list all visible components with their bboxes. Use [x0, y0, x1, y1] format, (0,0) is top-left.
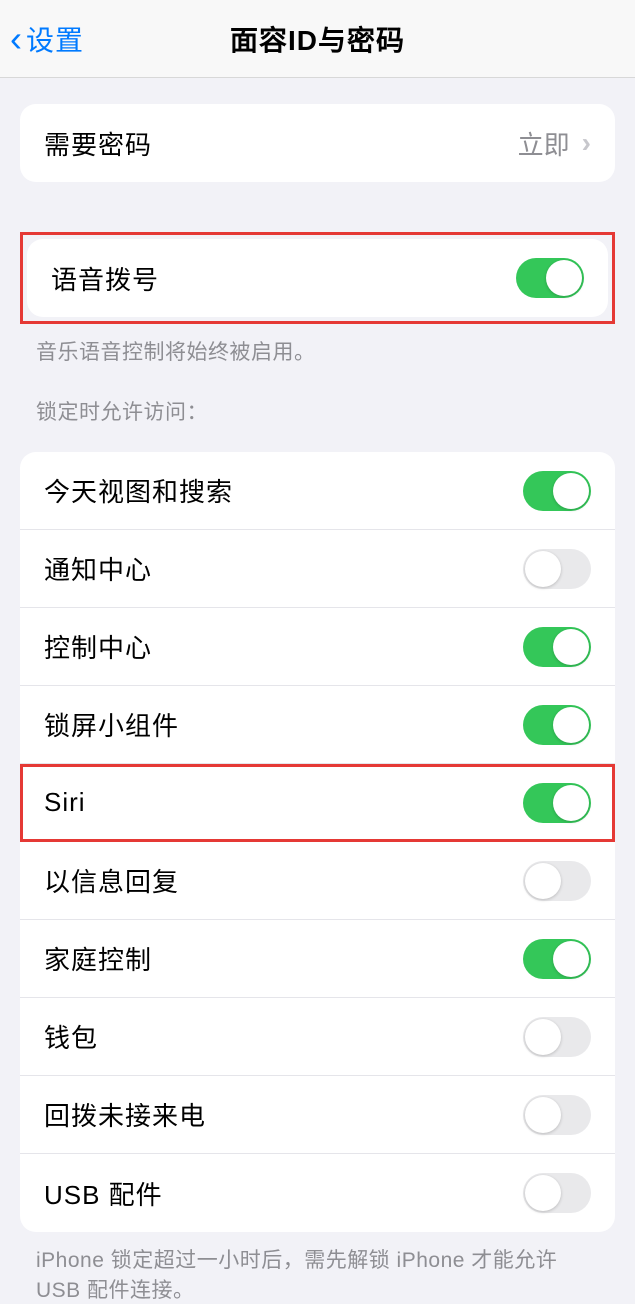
chevron-right-icon: ›	[582, 127, 591, 159]
toggle-knob	[525, 551, 561, 587]
require-passcode-row[interactable]: 需要密码 立即 ›	[20, 104, 615, 182]
back-label: 设置	[26, 19, 84, 59]
toggle-knob	[525, 1019, 561, 1055]
lock-access-label: 钱包	[44, 1018, 98, 1055]
lock-access-toggle[interactable]	[523, 627, 591, 667]
toggle-knob	[525, 863, 561, 899]
lock-access-header: 锁定时允许访问：	[36, 396, 599, 426]
back-button[interactable]: ‹ 设置	[10, 19, 84, 59]
lock-access-toggle[interactable]	[523, 1173, 591, 1213]
toggle-knob	[553, 785, 589, 821]
lock-access-toggle[interactable]	[523, 549, 591, 589]
lock-access-label: 控制中心	[44, 628, 152, 665]
lock-access-row: 今天视图和搜索	[20, 452, 615, 530]
lock-access-label: Siri	[44, 787, 86, 818]
lock-access-toggle[interactable]	[523, 1095, 591, 1135]
lock-access-section: 今天视图和搜索通知中心控制中心锁屏小组件 Siri 以信息回复家庭控制钱包回拨未接来…	[20, 452, 615, 1232]
lock-access-row: 锁屏小组件	[20, 686, 615, 764]
require-passcode-label: 需要密码	[44, 125, 152, 162]
lock-access-row: 以信息回复	[20, 842, 615, 920]
toggle-knob	[553, 629, 589, 665]
require-passcode-value: 立即	[518, 125, 570, 162]
toggle-knob	[553, 707, 589, 743]
lock-access-row: 控制中心	[20, 608, 615, 686]
lock-access-toggle[interactable]	[523, 861, 591, 901]
voice-dial-section: 语音拨号	[27, 239, 608, 317]
voice-dial-label: 语音拨号	[51, 260, 159, 297]
lock-access-row: 家庭控制	[20, 920, 615, 998]
highlight-voice-dial: 语音拨号	[20, 232, 615, 324]
lock-access-label: 通知中心	[44, 550, 152, 587]
lock-access-toggle[interactable]	[523, 1017, 591, 1057]
lock-access-toggle[interactable]	[523, 705, 591, 745]
lock-access-row: 通知中心	[20, 530, 615, 608]
lock-access-label: 锁屏小组件	[44, 706, 179, 743]
toggle-knob	[525, 1097, 561, 1133]
lock-access-row: 钱包	[20, 998, 615, 1076]
voice-dial-row: 语音拨号	[27, 239, 608, 317]
toggle-knob	[525, 1175, 561, 1211]
lock-access-toggle[interactable]	[523, 783, 591, 823]
voice-dial-note: 音乐语音控制将始终被启用。	[36, 336, 599, 366]
lock-access-footer: iPhone 锁定超过一小时后，需先解锁 iPhone 才能允许 USB 配件连…	[36, 1244, 599, 1304]
lock-access-row: USB 配件	[20, 1154, 615, 1232]
lock-access-toggle[interactable]	[523, 471, 591, 511]
voice-dial-toggle[interactable]	[516, 258, 584, 298]
lock-access-label: 家庭控制	[44, 940, 152, 977]
navigation-header: ‹ 设置 面容ID与密码	[0, 0, 635, 78]
passcode-section: 需要密码 立即 ›	[20, 104, 615, 182]
lock-access-label: 回拨未接来电	[44, 1096, 206, 1133]
lock-access-label: 以信息回复	[44, 862, 179, 899]
lock-access-row: 回拨未接来电	[20, 1076, 615, 1154]
lock-access-toggle[interactable]	[523, 939, 591, 979]
lock-access-row: Siri	[20, 764, 615, 842]
toggle-knob	[546, 260, 582, 296]
page-title: 面容ID与密码	[230, 19, 405, 59]
require-passcode-value-group: 立即 ›	[518, 125, 591, 162]
toggle-knob	[553, 941, 589, 977]
toggle-knob	[553, 473, 589, 509]
lock-access-label: USB 配件	[44, 1175, 163, 1212]
chevron-left-icon: ‹	[10, 21, 22, 57]
lock-access-label: 今天视图和搜索	[44, 472, 233, 509]
